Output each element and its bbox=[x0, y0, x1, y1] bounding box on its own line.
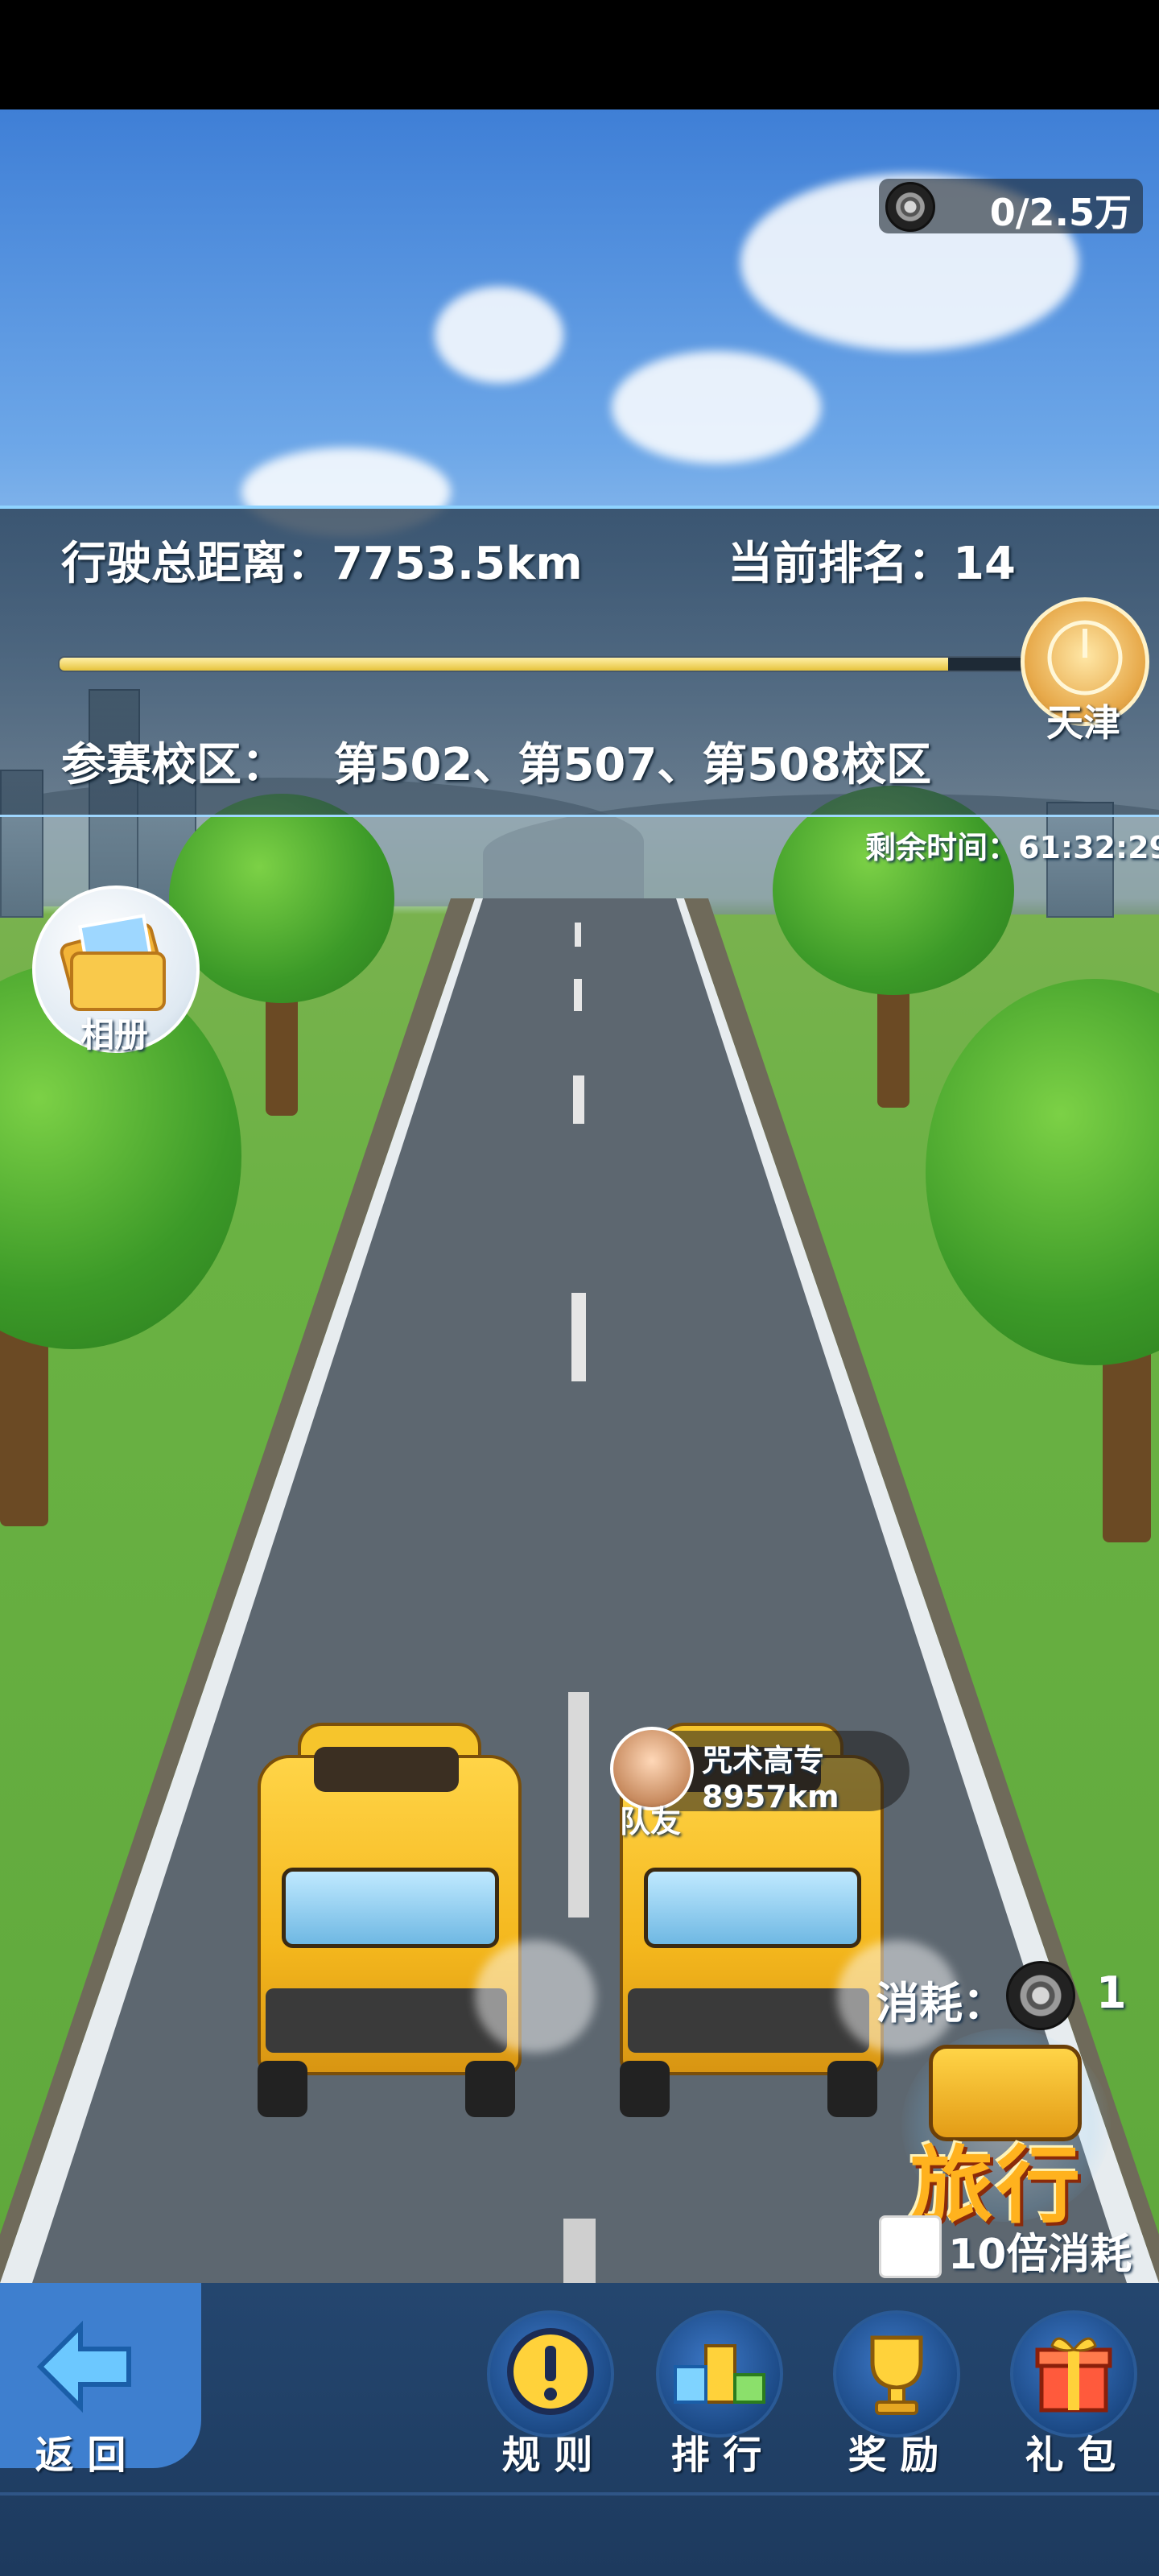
total-distance: 行驶总距离：7753.5km bbox=[61, 538, 583, 590]
back-label: 返 回 bbox=[35, 2433, 126, 2478]
ranking-label: 排 行 bbox=[670, 2433, 762, 2478]
tire-icon bbox=[1006, 1961, 1075, 2030]
teammate-distance: 8957km bbox=[702, 1779, 839, 1814]
game-scene bbox=[0, 109, 1159, 2283]
route-progress-fill bbox=[60, 658, 948, 671]
ranking-button[interactable]: 排 行 bbox=[644, 2310, 789, 2478]
teammate-badge: 队友 bbox=[620, 1804, 682, 1839]
status-bar bbox=[0, 0, 1159, 109]
rules-button[interactable]: 规 则 bbox=[475, 2310, 620, 2478]
travel-button[interactable]: 旅行 bbox=[901, 2029, 1111, 2235]
podium-icon bbox=[674, 2344, 765, 2404]
multiplier-checkbox[interactable] bbox=[879, 2215, 942, 2278]
tire-counter-value: 0/2.5万 bbox=[989, 191, 1132, 234]
rules-label: 规 则 bbox=[501, 2433, 593, 2478]
back-button[interactable]: 返 回 bbox=[16, 2310, 177, 2478]
player-bus bbox=[241, 1723, 531, 2133]
album-label: 相册 bbox=[80, 1015, 149, 1055]
trophy-icon bbox=[870, 2335, 923, 2415]
teammate-name: 咒术高专 bbox=[702, 1743, 825, 1778]
gift-icon bbox=[1035, 2337, 1112, 2413]
exclamation-icon bbox=[507, 2328, 594, 2415]
gift-button[interactable]: 礼 包 bbox=[998, 2310, 1143, 2478]
cost-label: 消耗： bbox=[876, 1978, 1006, 2029]
tire-counter: 0/2.5万 bbox=[879, 179, 1143, 234]
remaining-time: 剩余时间：61:32:29 bbox=[865, 830, 1159, 865]
rewards-label: 奖 励 bbox=[848, 2433, 939, 2478]
back-arrow-icon bbox=[36, 2320, 131, 2413]
route-progress-bar bbox=[58, 656, 1027, 672]
nav-divider bbox=[0, 2492, 1159, 2496]
tire-icon bbox=[885, 182, 935, 232]
gift-label: 礼 包 bbox=[1025, 2433, 1116, 2478]
destination-label: 天津 bbox=[1046, 701, 1120, 745]
cost-value: 1 bbox=[1096, 1967, 1127, 2018]
rewards-button[interactable]: 奖 励 bbox=[821, 2310, 966, 2478]
multiplier-label: 10倍消耗 bbox=[948, 2231, 1132, 2279]
current-rank: 当前排名：14 bbox=[728, 538, 1016, 590]
tree bbox=[926, 979, 1159, 1542]
exhaust-smoke bbox=[475, 1940, 596, 2053]
participating-campuses: 参赛校区： 第502、第507、第508校区 bbox=[61, 739, 932, 791]
